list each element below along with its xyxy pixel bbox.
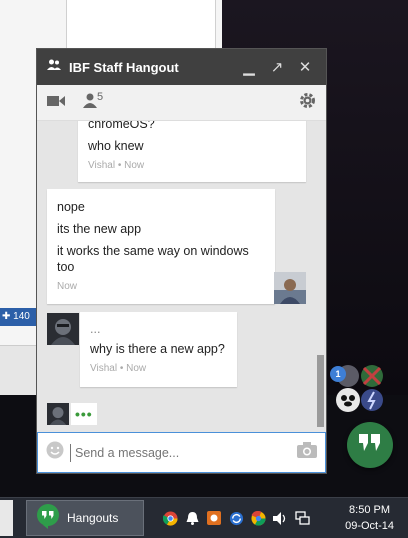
tray-app-icon[interactable] — [206, 510, 222, 526]
system-clock[interactable]: 8:50 PM 09-Oct-14 — [345, 502, 394, 534]
typing-avatar — [47, 403, 69, 425]
message-meta: Vishal • Now — [88, 160, 145, 171]
message-line: why is there a new app? — [90, 342, 225, 356]
message-meta: Now — [57, 281, 78, 292]
title-bar[interactable]: IBF Staff Hangout ▁ ↗ ✕ — [37, 49, 326, 85]
system-tray — [162, 510, 310, 526]
chrome-icon[interactable] — [162, 510, 178, 526]
message-line: nope — [57, 200, 85, 214]
clock-time: 8:50 PM — [349, 504, 391, 516]
message-scrollbar[interactable] — [317, 355, 324, 427]
message-meta: Vishal • Now — [90, 363, 147, 374]
message-bubble: ... why is there a new app? Vishal • Now — [80, 312, 237, 387]
hangout-window: IBF Staff Hangout ▁ ↗ ✕ 5 chromeOS? who … — [37, 49, 326, 473]
chrome-alt-icon[interactable] — [250, 510, 266, 526]
taskbar-left-item[interactable] — [0, 500, 13, 536]
message-bubble: chromeOS? who knew Vishal • Now — [78, 121, 306, 182]
hangouts-app-icon — [35, 503, 61, 534]
window-title: IBF Staff Hangout — [69, 59, 179, 75]
popout-icon[interactable]: ↗ — [266, 58, 288, 76]
settings-gear-icon[interactable] — [299, 92, 316, 114]
message-line: it works the same way on windows too — [57, 244, 249, 274]
chat-toolbar: 5 — [37, 85, 326, 121]
vishal-avatar — [47, 313, 79, 345]
taskbar: Hangouts 8:50 PM 09-Oct-14 — [0, 497, 408, 538]
message-line: who knew — [88, 139, 144, 153]
hangouts-launcher-button[interactable] — [347, 422, 393, 468]
clock-date: 09-Oct-14 — [345, 520, 394, 532]
group-icon — [47, 58, 61, 76]
unread-badge: 1 — [330, 366, 346, 382]
typing-indicator: ••• — [47, 403, 97, 425]
message-line: its the new app — [57, 222, 142, 236]
participant-count: 5 — [97, 91, 104, 103]
video-call-icon[interactable] — [47, 94, 65, 112]
emoji-icon[interactable] — [46, 441, 64, 464]
taskbar-app-label: Hangouts — [67, 511, 119, 525]
network-icon[interactable] — [294, 510, 310, 526]
message-composer — [37, 432, 326, 473]
message-list[interactable]: chromeOS? who knew Vishal • Now nope its… — [37, 121, 326, 427]
background-bar-text: 140 — [13, 311, 30, 322]
minimize-icon[interactable]: ▁ — [238, 58, 260, 76]
sync-icon[interactable] — [228, 510, 244, 526]
typing-dots: ••• — [71, 403, 97, 425]
close-icon[interactable]: ✕ — [294, 58, 316, 76]
notification-bell-icon[interactable] — [184, 510, 200, 526]
message-line: chromeOS? — [88, 121, 155, 131]
message-input[interactable] — [70, 443, 297, 462]
quote-icon — [359, 433, 381, 457]
message-line: ... — [90, 322, 101, 336]
volume-icon[interactable] — [272, 510, 288, 526]
message-bubble: nope its the new app it works the same w… — [47, 189, 275, 304]
background-grey-panel — [0, 345, 40, 395]
taskbar-hangouts-button[interactable]: Hangouts — [26, 500, 144, 536]
camera-icon[interactable] — [297, 442, 317, 463]
self-avatar — [274, 272, 306, 304]
background-blue-bar: ✚ 140 — [0, 308, 40, 326]
